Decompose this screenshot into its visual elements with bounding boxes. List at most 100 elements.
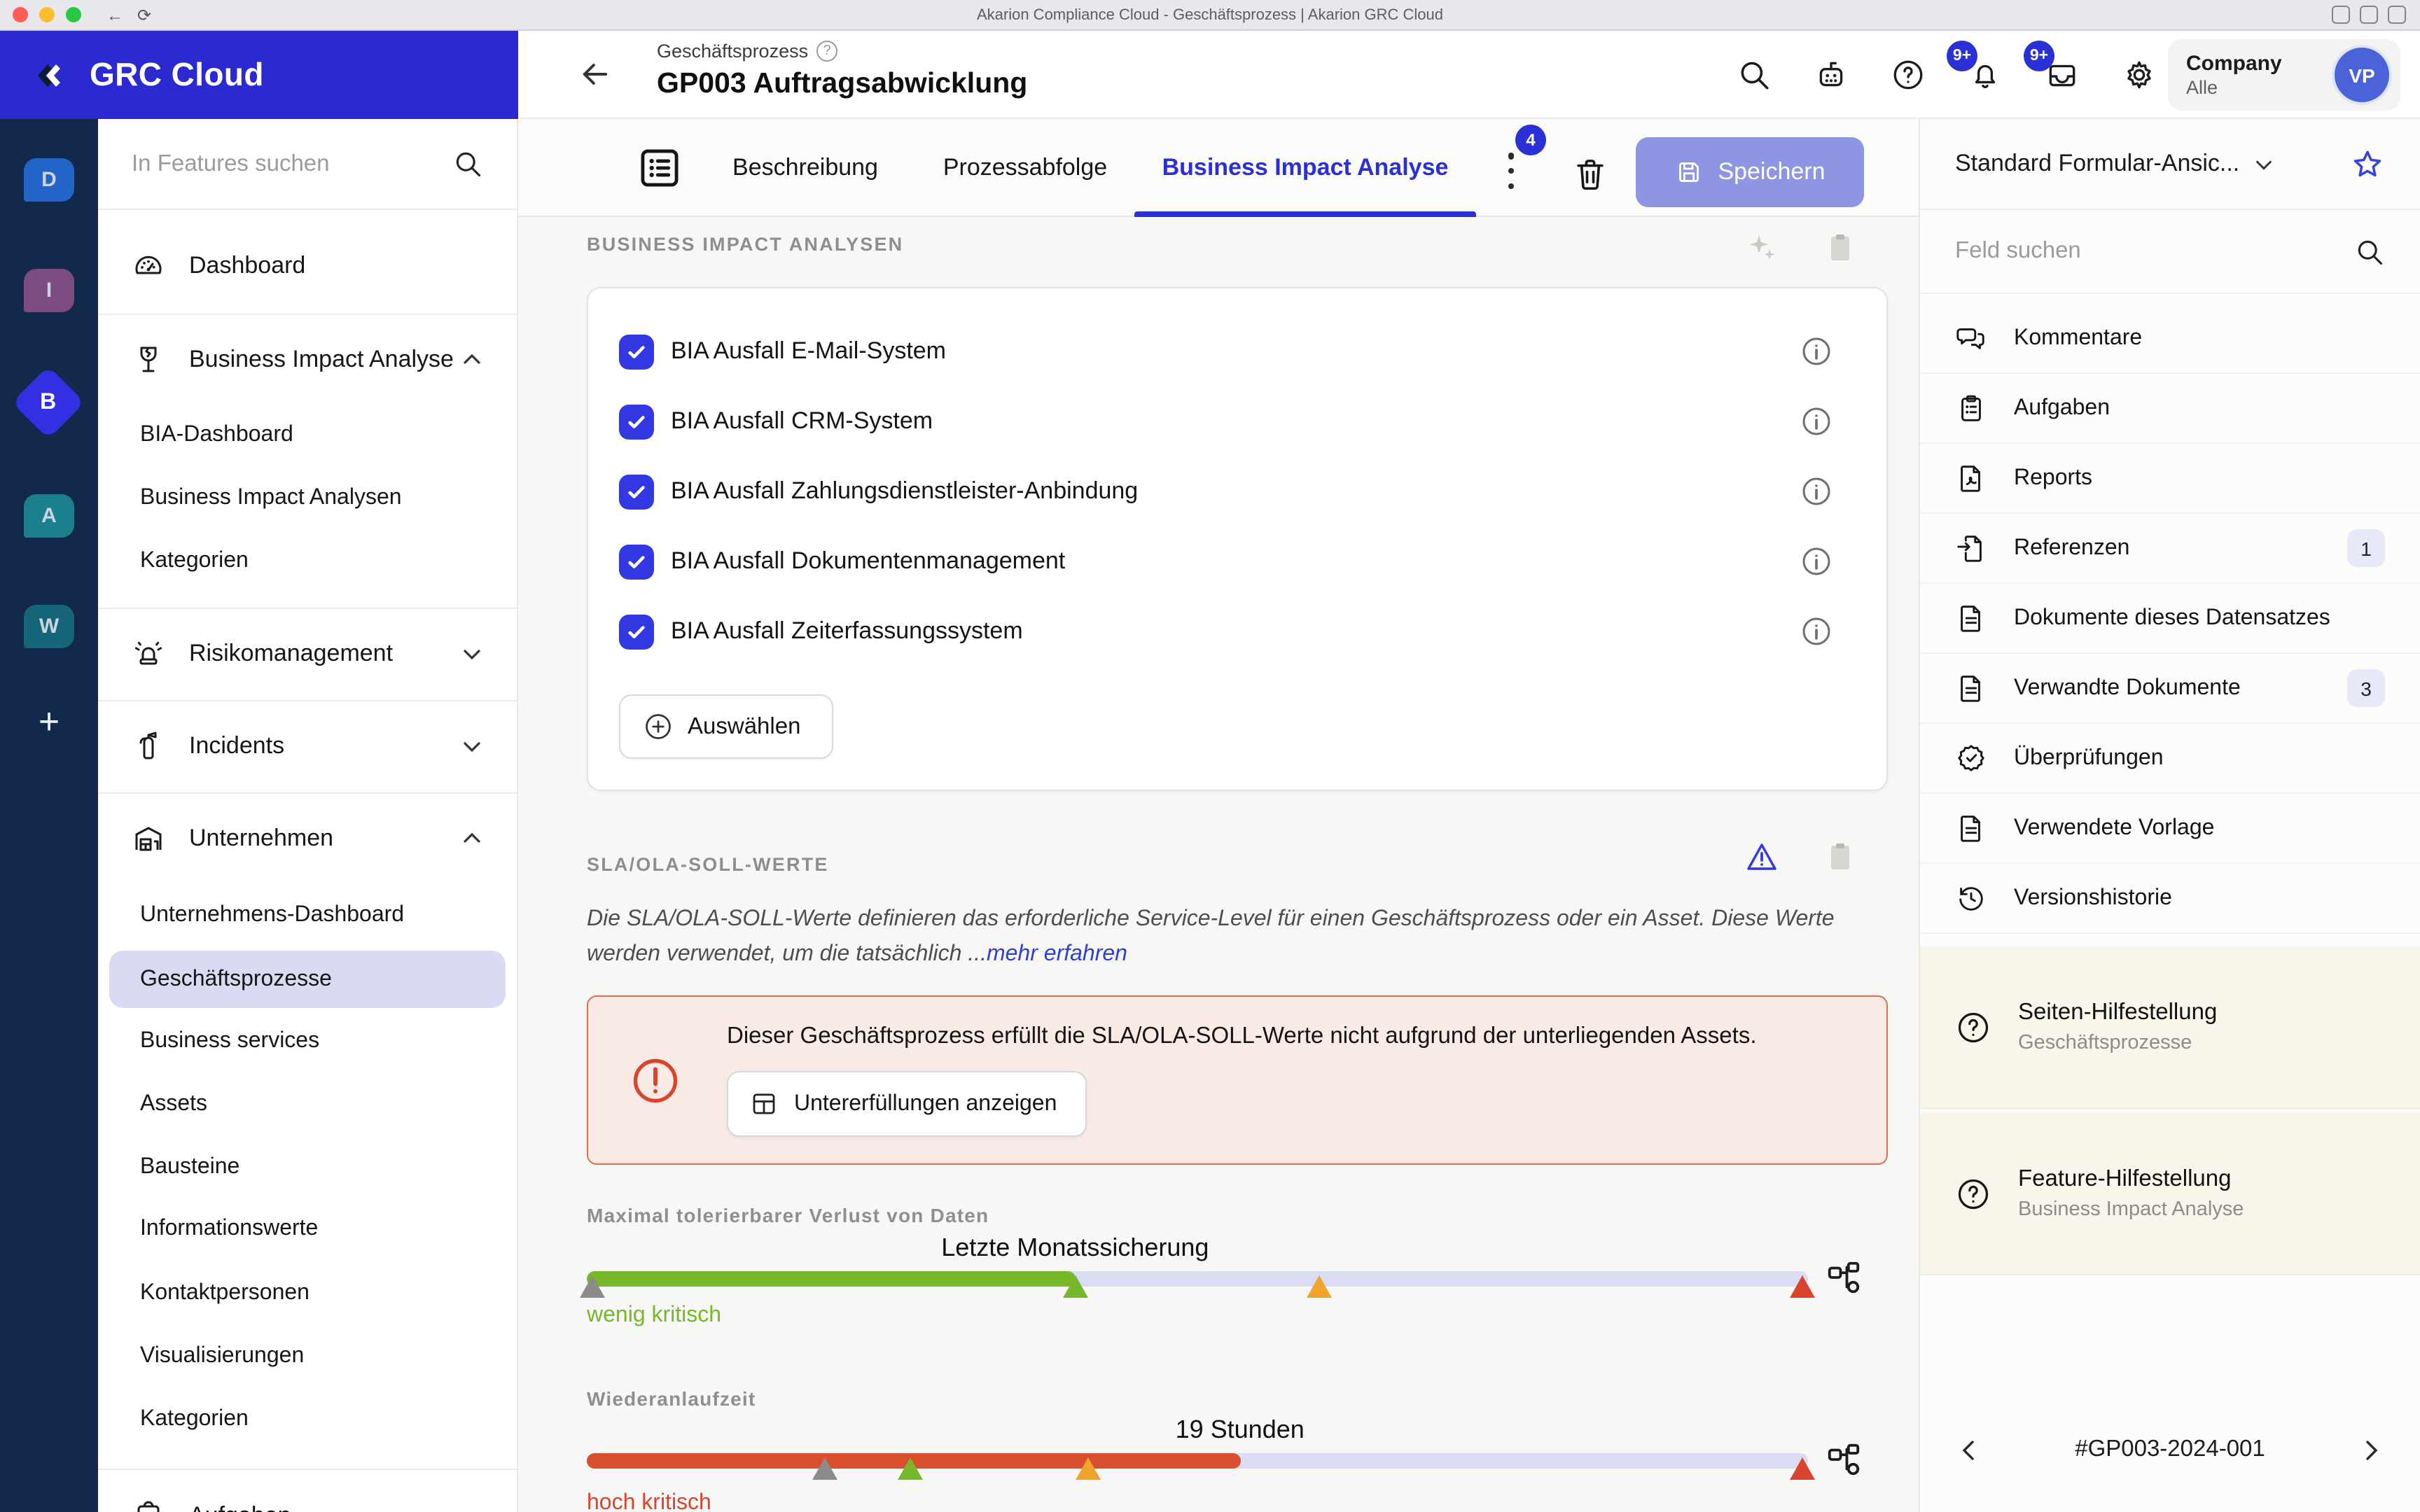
slider-marker[interactable] bbox=[1062, 1275, 1088, 1298]
slider-marker[interactable] bbox=[1075, 1457, 1101, 1480]
save-button[interactable]: Speichern bbox=[1636, 137, 1864, 207]
sidebar-item-business-impact-analysen[interactable]: Business Impact Analysen bbox=[98, 470, 517, 526]
seiten-hilfestellung-item[interactable]: Seiten-Hilfestellung Geschäftsprozesse bbox=[1920, 946, 2420, 1109]
slider-marker[interactable] bbox=[812, 1457, 838, 1480]
form-view-selector[interactable]: Standard Formular-Ansic... bbox=[1920, 119, 2420, 210]
sidebar-item-visualisierungen[interactable]: Visualisierungen bbox=[98, 1329, 517, 1385]
sidebar-search[interactable] bbox=[98, 119, 517, 210]
slider-marker[interactable] bbox=[1307, 1275, 1333, 1298]
browser-back-icon[interactable]: ← bbox=[106, 5, 123, 24]
slider-marker[interactable] bbox=[898, 1457, 924, 1480]
checkbox-checked[interactable] bbox=[619, 614, 654, 649]
sidebar-item-assets[interactable]: Assets bbox=[98, 1077, 517, 1133]
search-icon[interactable] bbox=[1737, 57, 1772, 92]
checkbox-checked[interactable] bbox=[619, 334, 654, 369]
field-search-input[interactable] bbox=[1955, 238, 2263, 265]
info-icon[interactable] bbox=[1800, 545, 1833, 578]
asset-hierarchy-icon[interactable] bbox=[1825, 1441, 1863, 1478]
settings-gear-icon[interactable] bbox=[2122, 57, 2157, 92]
back-arrow-icon[interactable] bbox=[577, 56, 613, 92]
feature-hilfestellung-item[interactable]: Feature-Hilfestellung Business Impact An… bbox=[1920, 1113, 2420, 1275]
tab-business-impact-analyse-active[interactable]: Business Impact Analyse bbox=[1134, 119, 1476, 217]
slider-marker[interactable] bbox=[580, 1275, 606, 1298]
search-icon[interactable] bbox=[2354, 236, 2385, 267]
assistant-bot-icon[interactable] bbox=[1814, 57, 1849, 92]
next-record-chevron-icon[interactable] bbox=[2357, 1436, 2385, 1464]
mehr-erfahren-link[interactable]: mehr erfahren bbox=[987, 942, 1127, 966]
clipboard-icon[interactable] bbox=[1823, 231, 1857, 265]
workspace-item-i[interactable]: I bbox=[24, 269, 74, 312]
panel-item-aufgaben[interactable]: Aufgaben bbox=[1920, 374, 2420, 444]
clipboard-icon[interactable] bbox=[1823, 840, 1857, 874]
sidebar-item-business-services[interactable]: Business services bbox=[98, 1014, 517, 1070]
info-icon[interactable] bbox=[1800, 475, 1833, 508]
browser-reload-icon[interactable]: ⟳ bbox=[137, 5, 151, 24]
previous-record-chevron-icon[interactable] bbox=[1955, 1436, 1983, 1464]
panel-item-dokumente-dieses-datensatzes[interactable]: Dokumente dieses Datensatzes bbox=[1920, 584, 2420, 654]
delete-trash-icon[interactable] bbox=[1571, 155, 1609, 193]
titlebar-tool-icon[interactable] bbox=[2388, 6, 2406, 24]
close-window-button[interactable] bbox=[13, 7, 28, 22]
slider-marker[interactable] bbox=[1789, 1275, 1815, 1298]
slider-track[interactable] bbox=[580, 1271, 1815, 1298]
favorite-star-icon[interactable] bbox=[2350, 146, 2385, 181]
checkbox-checked[interactable] bbox=[619, 474, 654, 509]
panel-item-versionshistorie[interactable]: Versionshistorie bbox=[1920, 864, 2420, 934]
panel-item-ueberpruefungen[interactable]: Überprüfungen bbox=[1920, 724, 2420, 794]
sidebar-item-kontaktpersonen[interactable]: Kontaktpersonen bbox=[98, 1266, 517, 1322]
info-icon[interactable] bbox=[1800, 335, 1833, 368]
sidebar-group-unternehmen[interactable]: Unternehmen bbox=[98, 804, 517, 874]
notifications-bell-icon[interactable]: 9+ bbox=[1947, 41, 2003, 92]
help-circle-icon[interactable] bbox=[1891, 57, 1926, 92]
tab-prozessabfolge[interactable]: Prozessabfolge bbox=[929, 119, 1122, 217]
field-search[interactable] bbox=[1920, 210, 2420, 294]
warning-triangle-icon[interactable] bbox=[1745, 840, 1779, 874]
asset-hierarchy-icon[interactable] bbox=[1825, 1259, 1863, 1296]
sidebar-group-risikomanagement[interactable]: Risikomanagement bbox=[98, 619, 517, 689]
info-icon[interactable] bbox=[1800, 405, 1833, 438]
user-avatar[interactable]: VP bbox=[2332, 45, 2392, 105]
info-icon[interactable] bbox=[1800, 615, 1833, 648]
workspace-item-b-active[interactable]: B bbox=[11, 365, 85, 440]
workspace-item-d[interactable]: D bbox=[24, 158, 74, 202]
company-selector[interactable]: Company Alle VP bbox=[2168, 39, 2400, 111]
workspace-item-a[interactable]: A bbox=[24, 494, 74, 538]
sidebar-item-informationswerte[interactable]: Informationswerte bbox=[98, 1201, 517, 1257]
slider-track[interactable] bbox=[587, 1453, 1815, 1480]
sidebar-group-aufgaben[interactable]: Aufgaben bbox=[98, 1481, 517, 1512]
sidebar-item-bausteine[interactable]: Bausteine bbox=[98, 1140, 517, 1196]
panel-item-kommentare[interactable]: Kommentare bbox=[1920, 304, 2420, 374]
sidebar-item-dashboard[interactable]: Dashboard bbox=[98, 228, 517, 304]
checkbox-checked[interactable] bbox=[619, 544, 654, 579]
sidebar-item-kategorien-unternehmen[interactable]: Kategorien bbox=[98, 1392, 517, 1448]
titlebar-tool-icon[interactable] bbox=[2360, 6, 2378, 24]
sidebar-search-input[interactable] bbox=[132, 150, 412, 177]
ai-sparkles-icon[interactable] bbox=[1745, 231, 1779, 265]
untererfuellungen-anzeigen-button[interactable]: Untererfüllungen anzeigen bbox=[727, 1071, 1087, 1137]
panel-item-verwandte-dokumente[interactable]: Verwandte Dokumente 3 bbox=[1920, 654, 2420, 724]
sidebar-group-business-impact-analyse[interactable]: Business Impact Analyse bbox=[98, 325, 517, 395]
sidebar-item-kategorien[interactable]: Kategorien bbox=[98, 533, 517, 589]
auswaehlen-button[interactable]: Auswählen bbox=[619, 694, 833, 759]
sidebar-item-bia-dashboard[interactable]: BIA-Dashboard bbox=[98, 407, 517, 463]
panel-item-referenzen[interactable]: Referenzen 1 bbox=[1920, 514, 2420, 584]
help-icon[interactable]: ? bbox=[816, 41, 838, 62]
form-view-icon[interactable] bbox=[636, 144, 683, 192]
zoom-window-button[interactable] bbox=[66, 7, 81, 22]
tab-beschreibung[interactable]: Beschreibung bbox=[725, 119, 885, 217]
slider-status-text: hoch kritisch bbox=[587, 1491, 711, 1512]
inbox-icon[interactable]: 9+ bbox=[2024, 41, 2080, 92]
panel-item-reports[interactable]: Reports bbox=[1920, 444, 2420, 514]
search-icon[interactable] bbox=[452, 148, 483, 179]
titlebar-tool-icon[interactable] bbox=[2332, 6, 2350, 24]
sidebar-item-unternehmens-dashboard[interactable]: Unternehmens-Dashboard bbox=[98, 888, 517, 944]
minimize-window-button[interactable] bbox=[39, 7, 55, 22]
more-tabs-kebab-icon[interactable] bbox=[1498, 150, 1524, 192]
sidebar-item-geschaeftsprozesse-selected[interactable]: Geschäftsprozesse bbox=[98, 951, 517, 1008]
sidebar-group-incidents[interactable]: Incidents bbox=[98, 711, 517, 781]
add-workspace-button[interactable]: + bbox=[0, 700, 98, 743]
workspace-item-w[interactable]: W bbox=[24, 605, 74, 648]
checkbox-checked[interactable] bbox=[619, 404, 654, 439]
panel-item-verwendete-vorlage[interactable]: Verwendete Vorlage bbox=[1920, 794, 2420, 864]
slider-marker[interactable] bbox=[1789, 1457, 1815, 1480]
